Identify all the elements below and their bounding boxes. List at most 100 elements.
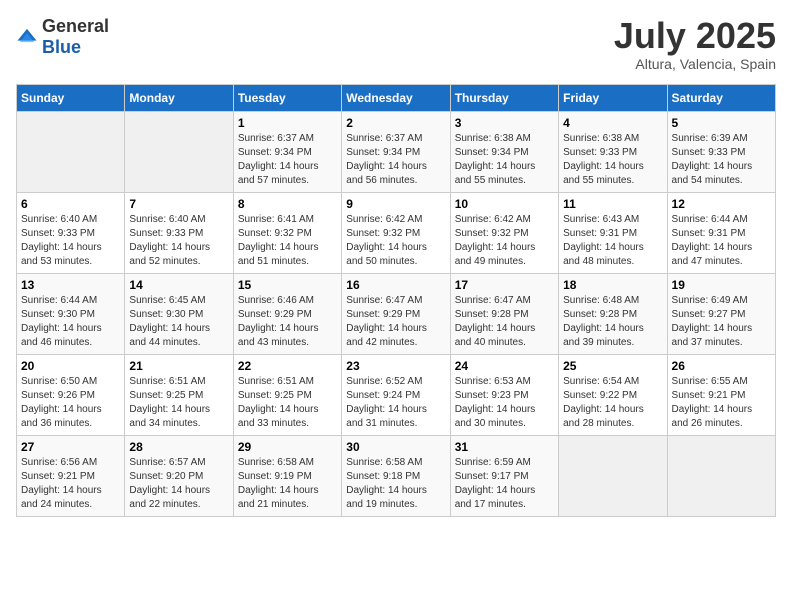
day-number: 12 <box>672 197 771 211</box>
day-number: 10 <box>455 197 554 211</box>
day-info: Sunrise: 6:42 AMSunset: 9:32 PMDaylight:… <box>455 213 554 269</box>
day-info: Sunrise: 6:44 AMSunset: 9:31 PMDaylight:… <box>672 213 771 269</box>
day-number: 16 <box>346 278 445 292</box>
calendar-cell: 10 Sunrise: 6:42 AMSunset: 9:32 PMDayligh… <box>450 192 558 273</box>
day-info: Sunrise: 6:50 AMSunset: 9:26 PMDaylight:… <box>21 375 120 431</box>
calendar-cell: 29Sunrise: 6:58 AMSunset: 9:19 PMDayligh… <box>233 435 341 516</box>
day-info: Sunrise: 6:58 AMSunset: 9:18 PMDaylight:… <box>346 456 445 512</box>
calendar-cell: 2 Sunrise: 6:37 AMSunset: 9:34 PMDaylight… <box>342 111 450 192</box>
day-number: 26 <box>672 359 771 373</box>
logo-blue: Blue <box>42 37 81 57</box>
column-header-tuesday: Tuesday <box>233 84 341 111</box>
calendar-cell: 11 Sunrise: 6:43 AMSunset: 9:31 PMDayligh… <box>559 192 667 273</box>
calendar-cell: 12 Sunrise: 6:44 AMSunset: 9:31 PMDayligh… <box>667 192 775 273</box>
day-number: 22 <box>238 359 337 373</box>
day-number: 24 <box>455 359 554 373</box>
calendar-cell: 7 Sunrise: 6:40 AMSunset: 9:33 PMDaylight… <box>125 192 233 273</box>
day-number: 29 <box>238 440 337 454</box>
main-title: July 2025 <box>614 16 776 56</box>
page-header: General Blue July 2025 Altura, Valencia,… <box>16 16 776 72</box>
calendar-cell: 5 Sunrise: 6:39 AMSunset: 9:33 PMDaylight… <box>667 111 775 192</box>
day-info: Sunrise: 6:55 AMSunset: 9:21 PMDaylight:… <box>672 375 771 431</box>
day-number: 19 <box>672 278 771 292</box>
calendar-cell: 23Sunrise: 6:52 AMSunset: 9:24 PMDayligh… <box>342 354 450 435</box>
day-number: 9 <box>346 197 445 211</box>
day-info: Sunrise: 6:43 AMSunset: 9:31 PMDaylight:… <box>563 213 662 269</box>
calendar-cell: 18 Sunrise: 6:48 AMSunset: 9:28 PMDayligh… <box>559 273 667 354</box>
day-number: 31 <box>455 440 554 454</box>
day-number: 6 <box>21 197 120 211</box>
day-number: 28 <box>129 440 228 454</box>
calendar-body: 1Sunrise: 6:37 AMSunset: 9:34 PMDaylight… <box>17 111 776 516</box>
day-info: Sunrise: 6:37 AMSunset: 9:34 PMDaylight:… <box>238 132 337 188</box>
day-number: 18 <box>563 278 662 292</box>
day-number: 15 <box>238 278 337 292</box>
calendar-cell: 21Sunrise: 6:51 AMSunset: 9:25 PMDayligh… <box>125 354 233 435</box>
day-number: 3 <box>455 116 554 130</box>
day-info: Sunrise: 6:37 AMSunset: 9:34 PMDaylight:… <box>346 132 445 188</box>
calendar-cell: 17 Sunrise: 6:47 AMSunset: 9:28 PMDayligh… <box>450 273 558 354</box>
calendar-cell: 3 Sunrise: 6:38 AMSunset: 9:34 PMDaylight… <box>450 111 558 192</box>
calendar-week-2: 6 Sunrise: 6:40 AMSunset: 9:33 PMDaylight… <box>17 192 776 273</box>
calendar-cell: 26 Sunrise: 6:55 AMSunset: 9:21 PMDayligh… <box>667 354 775 435</box>
calendar-cell: 31 Sunrise: 6:59 AMSunset: 9:17 PMDayligh… <box>450 435 558 516</box>
calendar-cell: 4 Sunrise: 6:38 AMSunset: 9:33 PMDaylight… <box>559 111 667 192</box>
calendar-week-3: 13Sunrise: 6:44 AMSunset: 9:30 PMDayligh… <box>17 273 776 354</box>
day-info: Sunrise: 6:47 AMSunset: 9:29 PMDaylight:… <box>346 294 445 350</box>
logo-general: General <box>42 16 109 36</box>
day-number: 7 <box>129 197 228 211</box>
day-number: 5 <box>672 116 771 130</box>
calendar-cell: 13Sunrise: 6:44 AMSunset: 9:30 PMDayligh… <box>17 273 125 354</box>
title-block: July 2025 Altura, Valencia, Spain <box>614 16 776 72</box>
calendar-cell: 19 Sunrise: 6:49 AMSunset: 9:27 PMDayligh… <box>667 273 775 354</box>
calendar-week-4: 20 Sunrise: 6:50 AMSunset: 9:26 PMDayligh… <box>17 354 776 435</box>
calendar-cell: 6Sunrise: 6:40 AMSunset: 9:33 PMDaylight… <box>17 192 125 273</box>
day-number: 4 <box>563 116 662 130</box>
calendar-cell: 22 Sunrise: 6:51 AMSunset: 9:25 PMDayligh… <box>233 354 341 435</box>
day-info: Sunrise: 6:41 AMSunset: 9:32 PMDaylight:… <box>238 213 337 269</box>
calendar-cell: 27Sunrise: 6:56 AMSunset: 9:21 PMDayligh… <box>17 435 125 516</box>
day-info: Sunrise: 6:59 AMSunset: 9:17 PMDaylight:… <box>455 456 554 512</box>
day-info: Sunrise: 6:46 AMSunset: 9:29 PMDaylight:… <box>238 294 337 350</box>
calendar-cell: 28 Sunrise: 6:57 AMSunset: 9:20 PMDayligh… <box>125 435 233 516</box>
column-header-sunday: Sunday <box>17 84 125 111</box>
calendar-table: SundayMondayTuesdayWednesdayThursdayFrid… <box>16 84 776 517</box>
day-number: 21 <box>129 359 228 373</box>
day-info: Sunrise: 6:49 AMSunset: 9:27 PMDaylight:… <box>672 294 771 350</box>
day-info: Sunrise: 6:53 AMSunset: 9:23 PMDaylight:… <box>455 375 554 431</box>
logo-icon <box>16 26 38 48</box>
day-info: Sunrise: 6:45 AMSunset: 9:30 PMDaylight:… <box>129 294 228 350</box>
day-info: Sunrise: 6:38 AMSunset: 9:34 PMDaylight:… <box>455 132 554 188</box>
calendar-cell: 30 Sunrise: 6:58 AMSunset: 9:18 PMDayligh… <box>342 435 450 516</box>
day-info: Sunrise: 6:39 AMSunset: 9:33 PMDaylight:… <box>672 132 771 188</box>
column-header-saturday: Saturday <box>667 84 775 111</box>
day-info: Sunrise: 6:56 AMSunset: 9:21 PMDaylight:… <box>21 456 120 512</box>
calendar-cell <box>667 435 775 516</box>
day-number: 20 <box>21 359 120 373</box>
day-number: 2 <box>346 116 445 130</box>
day-info: Sunrise: 6:40 AMSunset: 9:33 PMDaylight:… <box>129 213 228 269</box>
calendar-cell <box>17 111 125 192</box>
day-info: Sunrise: 6:47 AMSunset: 9:28 PMDaylight:… <box>455 294 554 350</box>
calendar-week-1: 1Sunrise: 6:37 AMSunset: 9:34 PMDaylight… <box>17 111 776 192</box>
day-info: Sunrise: 6:52 AMSunset: 9:24 PMDaylight:… <box>346 375 445 431</box>
day-info: Sunrise: 6:38 AMSunset: 9:33 PMDaylight:… <box>563 132 662 188</box>
column-header-thursday: Thursday <box>450 84 558 111</box>
day-info: Sunrise: 6:57 AMSunset: 9:20 PMDaylight:… <box>129 456 228 512</box>
calendar-week-5: 27Sunrise: 6:56 AMSunset: 9:21 PMDayligh… <box>17 435 776 516</box>
column-header-monday: Monday <box>125 84 233 111</box>
day-number: 13 <box>21 278 120 292</box>
calendar-cell <box>559 435 667 516</box>
day-info: Sunrise: 6:48 AMSunset: 9:28 PMDaylight:… <box>563 294 662 350</box>
day-info: Sunrise: 6:51 AMSunset: 9:25 PMDaylight:… <box>238 375 337 431</box>
day-number: 30 <box>346 440 445 454</box>
calendar-cell: 24 Sunrise: 6:53 AMSunset: 9:23 PMDayligh… <box>450 354 558 435</box>
day-info: Sunrise: 6:54 AMSunset: 9:22 PMDaylight:… <box>563 375 662 431</box>
day-number: 17 <box>455 278 554 292</box>
day-number: 25 <box>563 359 662 373</box>
column-header-friday: Friday <box>559 84 667 111</box>
day-number: 8 <box>238 197 337 211</box>
day-number: 11 <box>563 197 662 211</box>
calendar-cell: 16 Sunrise: 6:47 AMSunset: 9:29 PMDayligh… <box>342 273 450 354</box>
logo: General Blue <box>16 16 109 58</box>
